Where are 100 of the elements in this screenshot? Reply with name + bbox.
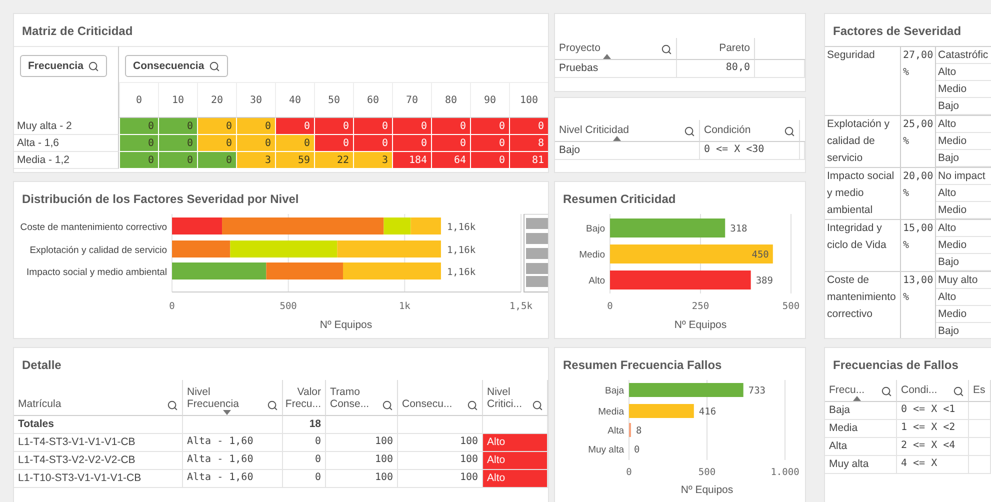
table-cell: 2 <= X <4 bbox=[897, 438, 969, 456]
axis-tick-label: 500 bbox=[280, 301, 297, 312]
value-label: 389 bbox=[756, 276, 773, 286]
axis-tick-label: 1k bbox=[398, 301, 410, 312]
matrix-cell: 0 bbox=[470, 135, 509, 152]
empty-cell bbox=[969, 420, 991, 438]
value-label: 1,16k bbox=[446, 267, 476, 278]
filter-button[interactable]: Frecuencia bbox=[20, 55, 108, 77]
table-cell: 25,00 % bbox=[901, 116, 936, 167]
category-label: Coste de mantenimiento correctivo bbox=[20, 222, 167, 233]
panel-title: Detalle bbox=[21, 357, 62, 374]
empty-cell bbox=[969, 456, 991, 474]
table-cell: Seguridad bbox=[825, 47, 901, 115]
table-cell: Alto bbox=[483, 452, 548, 470]
panel-title: Resumen Frecuencia Fallos bbox=[562, 357, 723, 374]
matrix-cell: 0 bbox=[470, 152, 509, 169]
matrix-cell: 0 bbox=[158, 118, 197, 135]
category-label: Explotación y calidad de servicio bbox=[30, 245, 167, 256]
empty-cell bbox=[800, 142, 805, 160]
column-header[interactable]: Valor Frecu... bbox=[283, 380, 326, 416]
search-icon[interactable] bbox=[88, 60, 100, 72]
axis-tick-label: 500 bbox=[782, 301, 800, 312]
table-cell: L1-T4-ST3-V1-V1-V1-CB bbox=[14, 434, 183, 452]
column-header[interactable]: Nivel Criticidad bbox=[555, 120, 700, 142]
value-label: 1,16k bbox=[446, 245, 476, 256]
matrix-cell: 0 bbox=[470, 118, 509, 135]
search-icon[interactable] bbox=[661, 44, 672, 55]
value-label: 450 bbox=[752, 250, 769, 260]
column-header[interactable]: Frecu... bbox=[825, 380, 897, 402]
table-cell: Bajo bbox=[936, 150, 991, 167]
matrix-cell: 0 bbox=[431, 135, 470, 152]
axis-tick-label: 1.000 bbox=[770, 467, 800, 478]
table-cell: 80,0 bbox=[677, 60, 755, 78]
table-cell: Impacto social y medio ambiental bbox=[825, 168, 901, 219]
matrix-cell: 8 bbox=[509, 135, 548, 152]
filter-button[interactable]: Consecuencia bbox=[125, 55, 228, 77]
matrix-cell: 0 bbox=[353, 135, 392, 152]
table-cell: 13,00 % bbox=[901, 272, 936, 338]
matrix-cell: 0 bbox=[236, 135, 275, 152]
value-label: 416 bbox=[698, 406, 716, 418]
panel-title: Distribución de los Factores Severidad por Nivel bbox=[21, 191, 300, 208]
column-header[interactable]: Tramo Conse... bbox=[326, 380, 398, 416]
search-icon[interactable] bbox=[684, 126, 695, 136]
table-cell: Pruebas bbox=[555, 60, 677, 78]
value-label: 8 bbox=[636, 426, 642, 436]
column-header[interactable]: Nivel Frecuencia bbox=[183, 380, 283, 416]
table-cell: L1-T4-ST3-V2-V2-V2-CB bbox=[14, 452, 183, 470]
matrix-cell: 22 bbox=[314, 152, 353, 169]
matrix-cell: 184 bbox=[392, 152, 431, 169]
search-icon[interactable] bbox=[382, 400, 393, 411]
column-header[interactable]: Es bbox=[969, 380, 991, 402]
table-cell: Alto bbox=[936, 64, 991, 81]
value-label: 1,16k bbox=[446, 222, 476, 233]
column-header[interactable]: Nivel Critici... bbox=[483, 380, 548, 416]
table-cell: No impact bbox=[936, 168, 991, 185]
table-cell: 100 bbox=[326, 470, 398, 488]
table-cell: Alto bbox=[936, 185, 991, 202]
search-icon[interactable] bbox=[953, 386, 964, 397]
sort-ascending-icon[interactable] bbox=[853, 396, 862, 401]
column-header[interactable]: Pareto bbox=[677, 38, 755, 60]
table-cell: 100 bbox=[326, 434, 398, 452]
matrix-cell: 0 bbox=[275, 135, 314, 152]
matrix-cell: 0 bbox=[392, 118, 431, 135]
category-label: Baja bbox=[604, 386, 624, 396]
search-icon[interactable] bbox=[209, 60, 220, 72]
matrix-cell: 3 bbox=[236, 152, 275, 169]
matrix-cell: 0 bbox=[275, 118, 314, 135]
column-header[interactable]: Proyecto bbox=[555, 38, 677, 60]
value-label: 733 bbox=[748, 386, 766, 396]
category-label: Bajo bbox=[586, 224, 605, 234]
matrix-cell: 0 bbox=[509, 118, 548, 135]
search-icon[interactable] bbox=[267, 400, 278, 411]
column-header[interactable]: Matrícula bbox=[14, 380, 183, 416]
table-cell: Alta bbox=[825, 438, 897, 456]
table-cell: Medio bbox=[936, 202, 991, 219]
search-icon[interactable] bbox=[881, 386, 892, 397]
sort-ascending-icon[interactable] bbox=[603, 54, 612, 59]
matrix-cell: 3 bbox=[353, 152, 392, 169]
sort-descending-icon[interactable] bbox=[222, 410, 231, 415]
table-cell: Medio bbox=[936, 306, 991, 323]
search-icon[interactable] bbox=[532, 400, 543, 411]
scroll-preview[interactable] bbox=[524, 214, 548, 292]
table-cell: Alta - 1,60 bbox=[183, 434, 283, 452]
category-label: Medio bbox=[579, 250, 605, 260]
table-cell: Alta - 1,60 bbox=[183, 452, 283, 470]
column-header[interactable]: Condición bbox=[700, 120, 800, 142]
search-icon[interactable] bbox=[467, 400, 478, 411]
matrix-cell: 0 bbox=[431, 118, 470, 135]
column-header[interactable]: Condi... bbox=[897, 380, 969, 402]
column-header[interactable]: Consecu... bbox=[398, 380, 483, 416]
table-cell: 0 bbox=[283, 470, 326, 488]
axis-tick-label: 500 bbox=[698, 467, 716, 478]
search-icon[interactable] bbox=[784, 126, 795, 136]
table-cell: Bajo bbox=[936, 323, 991, 338]
table-cell: Catastrófic bbox=[936, 47, 991, 64]
category-label: Alto bbox=[588, 276, 605, 286]
matrix-cell: 0 bbox=[119, 135, 158, 152]
sort-ascending-icon[interactable] bbox=[612, 136, 621, 140]
search-icon[interactable] bbox=[167, 400, 178, 411]
table-cell: 0 <= X <30 bbox=[700, 142, 800, 160]
